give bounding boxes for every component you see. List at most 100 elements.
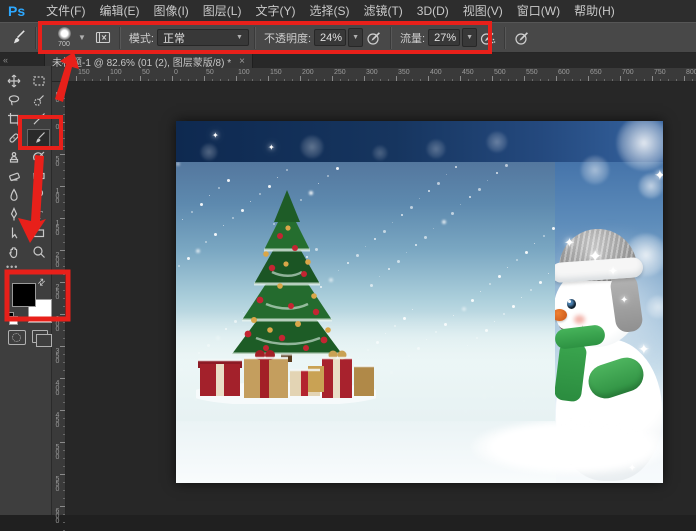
opacity-input[interactable]: 24% [314, 29, 346, 46]
spot-heal-icon [7, 131, 21, 145]
menu-4[interactable]: 图层(L) [196, 0, 249, 22]
collapse-panels-icon[interactable]: « [3, 55, 8, 65]
ruler-label: 50 [54, 156, 61, 166]
brush-tip-preview [58, 27, 71, 40]
ruler-label: 100 [110, 69, 122, 76]
separator [390, 27, 392, 49]
move-icon [7, 74, 21, 88]
sparkle-star: ✦ [654, 167, 663, 184]
pressure-opacity-icon[interactable] [365, 29, 383, 47]
tool-crop[interactable] [2, 110, 25, 128]
tool-type[interactable]: T [27, 205, 50, 223]
quick-mask-button[interactable] [8, 330, 26, 345]
shape-icon [32, 226, 46, 240]
eyedropper-icon [32, 112, 46, 126]
ruler-label: 50 [206, 69, 214, 76]
ruler-label: 350 [398, 69, 410, 76]
pen-icon [7, 207, 21, 221]
tool-pen[interactable] [2, 205, 25, 223]
marquee-icon [32, 74, 46, 88]
separator [119, 27, 121, 49]
tool-history-brush[interactable] [27, 148, 50, 166]
pressure-size-icon[interactable] [513, 29, 531, 47]
menu-bar: Ps 文件(F)编辑(E)图像(I)图层(L)文字(Y)选择(S)滤镜(T)3D… [0, 0, 696, 22]
flow-value: 27% [434, 32, 456, 44]
tool-move[interactable] [2, 72, 25, 90]
tool-eraser[interactable] [2, 167, 25, 185]
close-icon[interactable]: × [239, 56, 245, 67]
foreground-color-swatch[interactable] [12, 283, 36, 307]
tool-quick-select[interactable] [27, 91, 50, 109]
brush-preset-picker[interactable]: 700 [52, 27, 76, 48]
flow-input[interactable]: 27% [428, 29, 460, 46]
tool-clone-stamp[interactable] [2, 148, 25, 166]
sparkle-star: ✦ [650, 385, 660, 399]
tool-blur[interactable] [2, 186, 25, 204]
menu-items: 文件(F)编辑(E)图像(I)图层(L)文字(Y)选择(S)滤镜(T)3D(D)… [39, 0, 622, 22]
ruler-label: 50 [54, 92, 61, 102]
default-colors-icon[interactable] [5, 312, 17, 324]
tool-brush[interactable] [27, 129, 50, 147]
bokeh-light [372, 145, 388, 161]
flow-dropdown[interactable]: ▼ [462, 28, 477, 47]
tool-zoom[interactable] [27, 243, 50, 261]
menu-1[interactable]: 文件(F) [39, 0, 92, 22]
menu-7[interactable]: 滤镜(T) [356, 0, 409, 22]
ruler-label: 200 [54, 252, 61, 267]
toolbar-overflow-icon[interactable]: ••• [6, 262, 18, 272]
separator [35, 27, 37, 49]
menu-9[interactable]: 视图(V) [456, 0, 510, 22]
zoom-icon [32, 245, 46, 259]
swap-colors-icon[interactable]: ⇄ [35, 276, 48, 289]
crop-icon [7, 112, 21, 126]
sparkle-star: ✦ [620, 295, 628, 306]
sparkle-star: ✦ [582, 415, 590, 426]
tool-gradient[interactable] [27, 167, 50, 185]
document-tab[interactable]: 未标题-1 @ 82.6% (01 (2), 图层蒙版/8) * × [44, 53, 253, 68]
tool-eyedropper[interactable] [27, 110, 50, 128]
blend-mode-value: 正常 [163, 30, 185, 46]
path-select-icon [7, 226, 21, 240]
airbrush-icon[interactable] [479, 29, 497, 47]
ruler-label: 400 [54, 380, 61, 395]
menu-8[interactable]: 3D(D) [410, 0, 456, 22]
tool-marquee[interactable] [27, 72, 50, 90]
chevron-down-icon[interactable]: ▼ [78, 33, 86, 42]
menu-10[interactable]: 窗口(W) [510, 0, 567, 22]
tool-shape[interactable] [27, 224, 50, 242]
brush-tool-icon[interactable] [4, 26, 30, 50]
opacity-dropdown[interactable]: ▼ [348, 28, 363, 47]
pasteboard: ✦✦✦✦✦✦✦✦✦✦✦✦✦✦ [66, 82, 696, 515]
tool-bar: ••• ⇄ T [0, 66, 52, 515]
blend-mode-select[interactable]: 正常 ▼ [157, 29, 249, 46]
sparkle-star: ✦ [268, 143, 275, 152]
document-canvas[interactable]: ✦✦✦✦✦✦✦✦✦✦✦✦✦✦ [176, 121, 663, 483]
tool-hand[interactable] [2, 243, 25, 261]
menu-6[interactable]: 选择(S) [302, 0, 356, 22]
menu-2[interactable]: 编辑(E) [92, 0, 146, 22]
tool-path-select[interactable] [2, 224, 25, 242]
eraser-icon [7, 169, 21, 183]
tool-dodge[interactable] [27, 186, 50, 204]
gift-boxes [198, 350, 374, 398]
clone-stamp-icon [7, 150, 21, 164]
sparkle-star: ✦ [588, 247, 602, 267]
tool-spot-heal[interactable] [2, 129, 25, 147]
ruler-label: 800 [686, 69, 696, 76]
screen-mode-button[interactable] [32, 330, 48, 343]
ruler-label: 550 [54, 476, 61, 491]
ruler-label: 750 [654, 69, 666, 76]
ruler-label: 600 [558, 69, 570, 76]
menu-5[interactable]: 文字(Y) [248, 0, 302, 22]
toggle-brush-panel-icon[interactable] [94, 29, 112, 47]
horizontal-ruler: 1501005005010015020025030035040045050055… [52, 68, 696, 82]
ruler-label: 450 [54, 412, 61, 427]
lasso-icon [7, 93, 21, 107]
tab-bar: « 未标题-1 @ 82.6% (01 (2), 图层蒙版/8) * × [0, 53, 696, 68]
menu-11[interactable]: 帮助(H) [567, 0, 622, 22]
tool-lasso[interactable] [2, 91, 25, 109]
snowman-eye [567, 299, 576, 309]
menu-3[interactable]: 图像(I) [146, 0, 195, 22]
ruler-label: 150 [54, 220, 61, 235]
ruler-label: 50 [142, 69, 150, 76]
